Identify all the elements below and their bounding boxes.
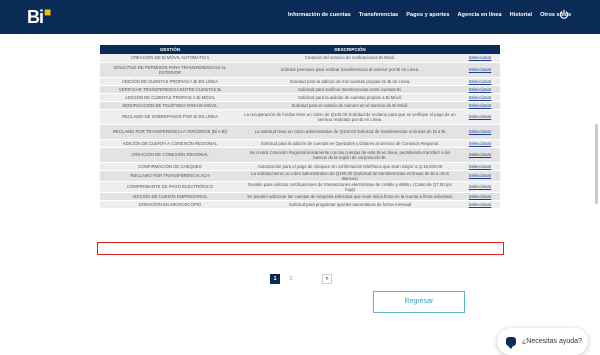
seleccionar-link[interactable]: Seleccionar (469, 164, 491, 169)
row-highlight-box (97, 242, 504, 255)
cell-gestion: ADICIÓN DE CUENTAS PROPIAS A Bi MÓVIL (100, 93, 240, 102)
table-row: CONFIRMACIÓN DE CHEQUES Autorización par… (100, 162, 500, 171)
cell-descripcion: Creación del servicio de notificaciones … (240, 54, 460, 63)
cell-gestion: RECLAMO DE SOBREPAGOS POR Bi EN LÍNEA (100, 109, 240, 125)
seleccionar-link[interactable]: Seleccionar (469, 103, 491, 108)
seleccionar-link[interactable]: Seleccionar (469, 87, 491, 92)
seleccionar-link[interactable]: Seleccionar (469, 184, 491, 189)
chat-label: ¿Necesitas ayuda? (522, 338, 582, 345)
cell-gestion: CREACIÓN DE CONEXIÓN REGIONAL (100, 147, 240, 163)
page-2-button[interactable]: 2 (286, 274, 296, 284)
cell-descripcion: Se creará Conexión Regional únicamente c… (240, 147, 460, 163)
seleccionar-link[interactable]: Seleccionar (469, 152, 491, 157)
seleccionar-link[interactable]: Seleccionar (469, 79, 491, 84)
table-row: RECLAMO POR TRANSFERENCIA ACH La solicit… (100, 170, 500, 182)
header-descripcion: DESCRIPCIÓN (240, 45, 460, 54)
nav-informacion-cuentas[interactable]: Información de cuentas (288, 12, 351, 18)
table-row: COMPROBANTE DE PAGO ELECTRÓNICO Gestión … (100, 181, 500, 193)
header-gestion: GESTIÓN (100, 45, 240, 54)
cell-descripcion: Se pueden adicionar las cuentas de empre… (240, 192, 460, 201)
cell-gestion: MODIFICACIÓN DE TELÉFONO PARA Bi MÓVIL (100, 101, 240, 110)
main-nav: Información de cuentas Transferencias Pa… (288, 12, 579, 18)
table-row: ADICIÓN DE CUENTA EMPRESARIAL Se pueden … (100, 192, 500, 201)
cell-descripcion: La solicitud tiene un cobro administrati… (240, 170, 460, 182)
cell-descripcion: Solicitud para la adición de mis cuentas… (240, 77, 460, 86)
seleccionar-link[interactable]: Seleccionar (469, 114, 491, 119)
table-row: ADICIÓN DE CUENTAS PROPIAS A Bi MÓVIL So… (100, 93, 500, 102)
table-row: RECLAMO DE SOBREPAGOS POR Bi EN LÍNEA La… (100, 109, 500, 125)
cell-gestion: CONFIRMACIÓN DE CHEQUES (100, 162, 240, 171)
table-row: VERIFICAR TRANSFERENCIA ENTRE CUENTAS Bi… (100, 85, 500, 94)
table-row: ADICIÓN DE CUENTA A CONEXIÓN REGIONAL So… (100, 139, 500, 148)
regresar-button[interactable]: Regresar (373, 291, 465, 313)
bi-logo[interactable]: Bi■ (27, 5, 51, 28)
power-icon[interactable] (559, 9, 569, 19)
cell-gestion: SOLICITUD DE PERMISOS PARA TRANSFERENCIA… (100, 62, 240, 78)
table-row: MODIFICACIÓN DE TELÉFONO PARA Bi MÓVIL S… (100, 101, 500, 110)
nav-historial[interactable]: Historial (510, 12, 532, 18)
table-row-donacion: DONACIÓN EN MICROSCOPIO Solicitud para p… (100, 200, 500, 209)
cell-descripcion: La solicitud tiene un cobro administrati… (240, 124, 460, 140)
seleccionar-link[interactable]: Seleccionar (469, 173, 491, 178)
cell-gestion: ADICIÓN DE CUENTAS PROPIAS A Bi EN LÍNEA (100, 77, 240, 86)
table-row: ADICIÓN DE CUENTAS PROPIAS A Bi EN LÍNEA… (100, 77, 500, 86)
chat-help-button[interactable]: ¿Necesitas ayuda? (497, 328, 588, 355)
cell-descripcion: Gestión para solicitar certificaciones d… (240, 181, 460, 193)
seleccionar-link[interactable]: Seleccionar (469, 55, 491, 60)
chat-bubble-icon (506, 337, 516, 349)
cell-descripcion: Solicitar permisos para realizar transfe… (240, 62, 460, 78)
cell-gestion: ADICIÓN DE CUENTA EMPRESARIAL (100, 192, 240, 201)
cell-descripcion: Autorización para el pago de cheques sin… (240, 162, 460, 171)
nav-agencia-en-linea[interactable]: Agencia en línea (458, 12, 502, 18)
cell-gestion: RECLAMO POR TRANSFERENCIA ACH (100, 170, 240, 182)
cell-gestion: VERIFICAR TRANSFERENCIA ENTRE CUENTAS Bi (100, 85, 240, 94)
seleccionar-link[interactable]: Seleccionar (469, 95, 491, 100)
seleccionar-link[interactable]: Seleccionar (469, 129, 491, 134)
table-row: SOLICITUD DE PERMISOS PARA TRANSFERENCIA… (100, 62, 500, 78)
top-navigation-bar: Bi■ Información de cuentas Transferencia… (0, 0, 600, 34)
cell-descripcion: Solicitud para la adición de cuentas en … (240, 139, 460, 148)
cell-descripcion: La recuperación de fondos tiene un cobro… (240, 109, 460, 125)
gestiones-table: GESTIÓN DESCRIPCIÓN CREACIÓN DE Bi MÓVIL… (100, 45, 500, 209)
nav-transferencias[interactable]: Transferencias (359, 12, 399, 18)
next-page-button[interactable]: » (322, 274, 332, 284)
seleccionar-link[interactable]: Seleccionar (469, 194, 491, 199)
table-row: CREACIÓN DE CONEXIÓN REGIONAL Se creará … (100, 147, 500, 163)
header-action (460, 45, 500, 54)
pagination: 1 2 » (270, 274, 332, 284)
cell-gestion: RECLAMO POR TRANSFERENCIA A TERCEROS (Bi… (100, 124, 240, 140)
seleccionar-link[interactable]: Seleccionar (469, 141, 491, 146)
main-content: GESTIÓN DESCRIPCIÓN CREACIÓN DE Bi MÓVIL… (0, 34, 600, 355)
page-1-button[interactable]: 1 (270, 274, 280, 284)
cell-gestion: ADICIÓN DE CUENTA A CONEXIÓN REGIONAL (100, 139, 240, 148)
nav-pagos-aportes[interactable]: Pagos y aportes (406, 12, 449, 18)
scrollbar[interactable] (595, 124, 598, 204)
cell-gestion: COMPROBANTE DE PAGO ELECTRÓNICO (100, 181, 240, 193)
table-row: CREACIÓN DE Bi MÓVIL AUTOMÁTICA Creación… (100, 54, 500, 63)
seleccionar-link[interactable]: Seleccionar (469, 67, 491, 72)
cell-descripcion: Solicitud para verificar transferencias … (240, 85, 460, 94)
cell-descripcion: Solicitud para el cambio de número en el… (240, 101, 460, 110)
cell-gestion: DONACIÓN EN MICROSCOPIO (100, 200, 240, 209)
table-row: RECLAMO POR TRANSFERENCIA A TERCEROS (Bi… (100, 124, 500, 140)
seleccionar-link[interactable]: Seleccionar (469, 202, 491, 207)
cell-descripcion: Solicitud para programar aportes automát… (240, 200, 460, 209)
cell-gestion: CREACIÓN DE Bi MÓVIL AUTOMÁTICA (100, 54, 240, 63)
cell-descripcion: Solicitud para la adición de cuentas pro… (240, 93, 460, 102)
